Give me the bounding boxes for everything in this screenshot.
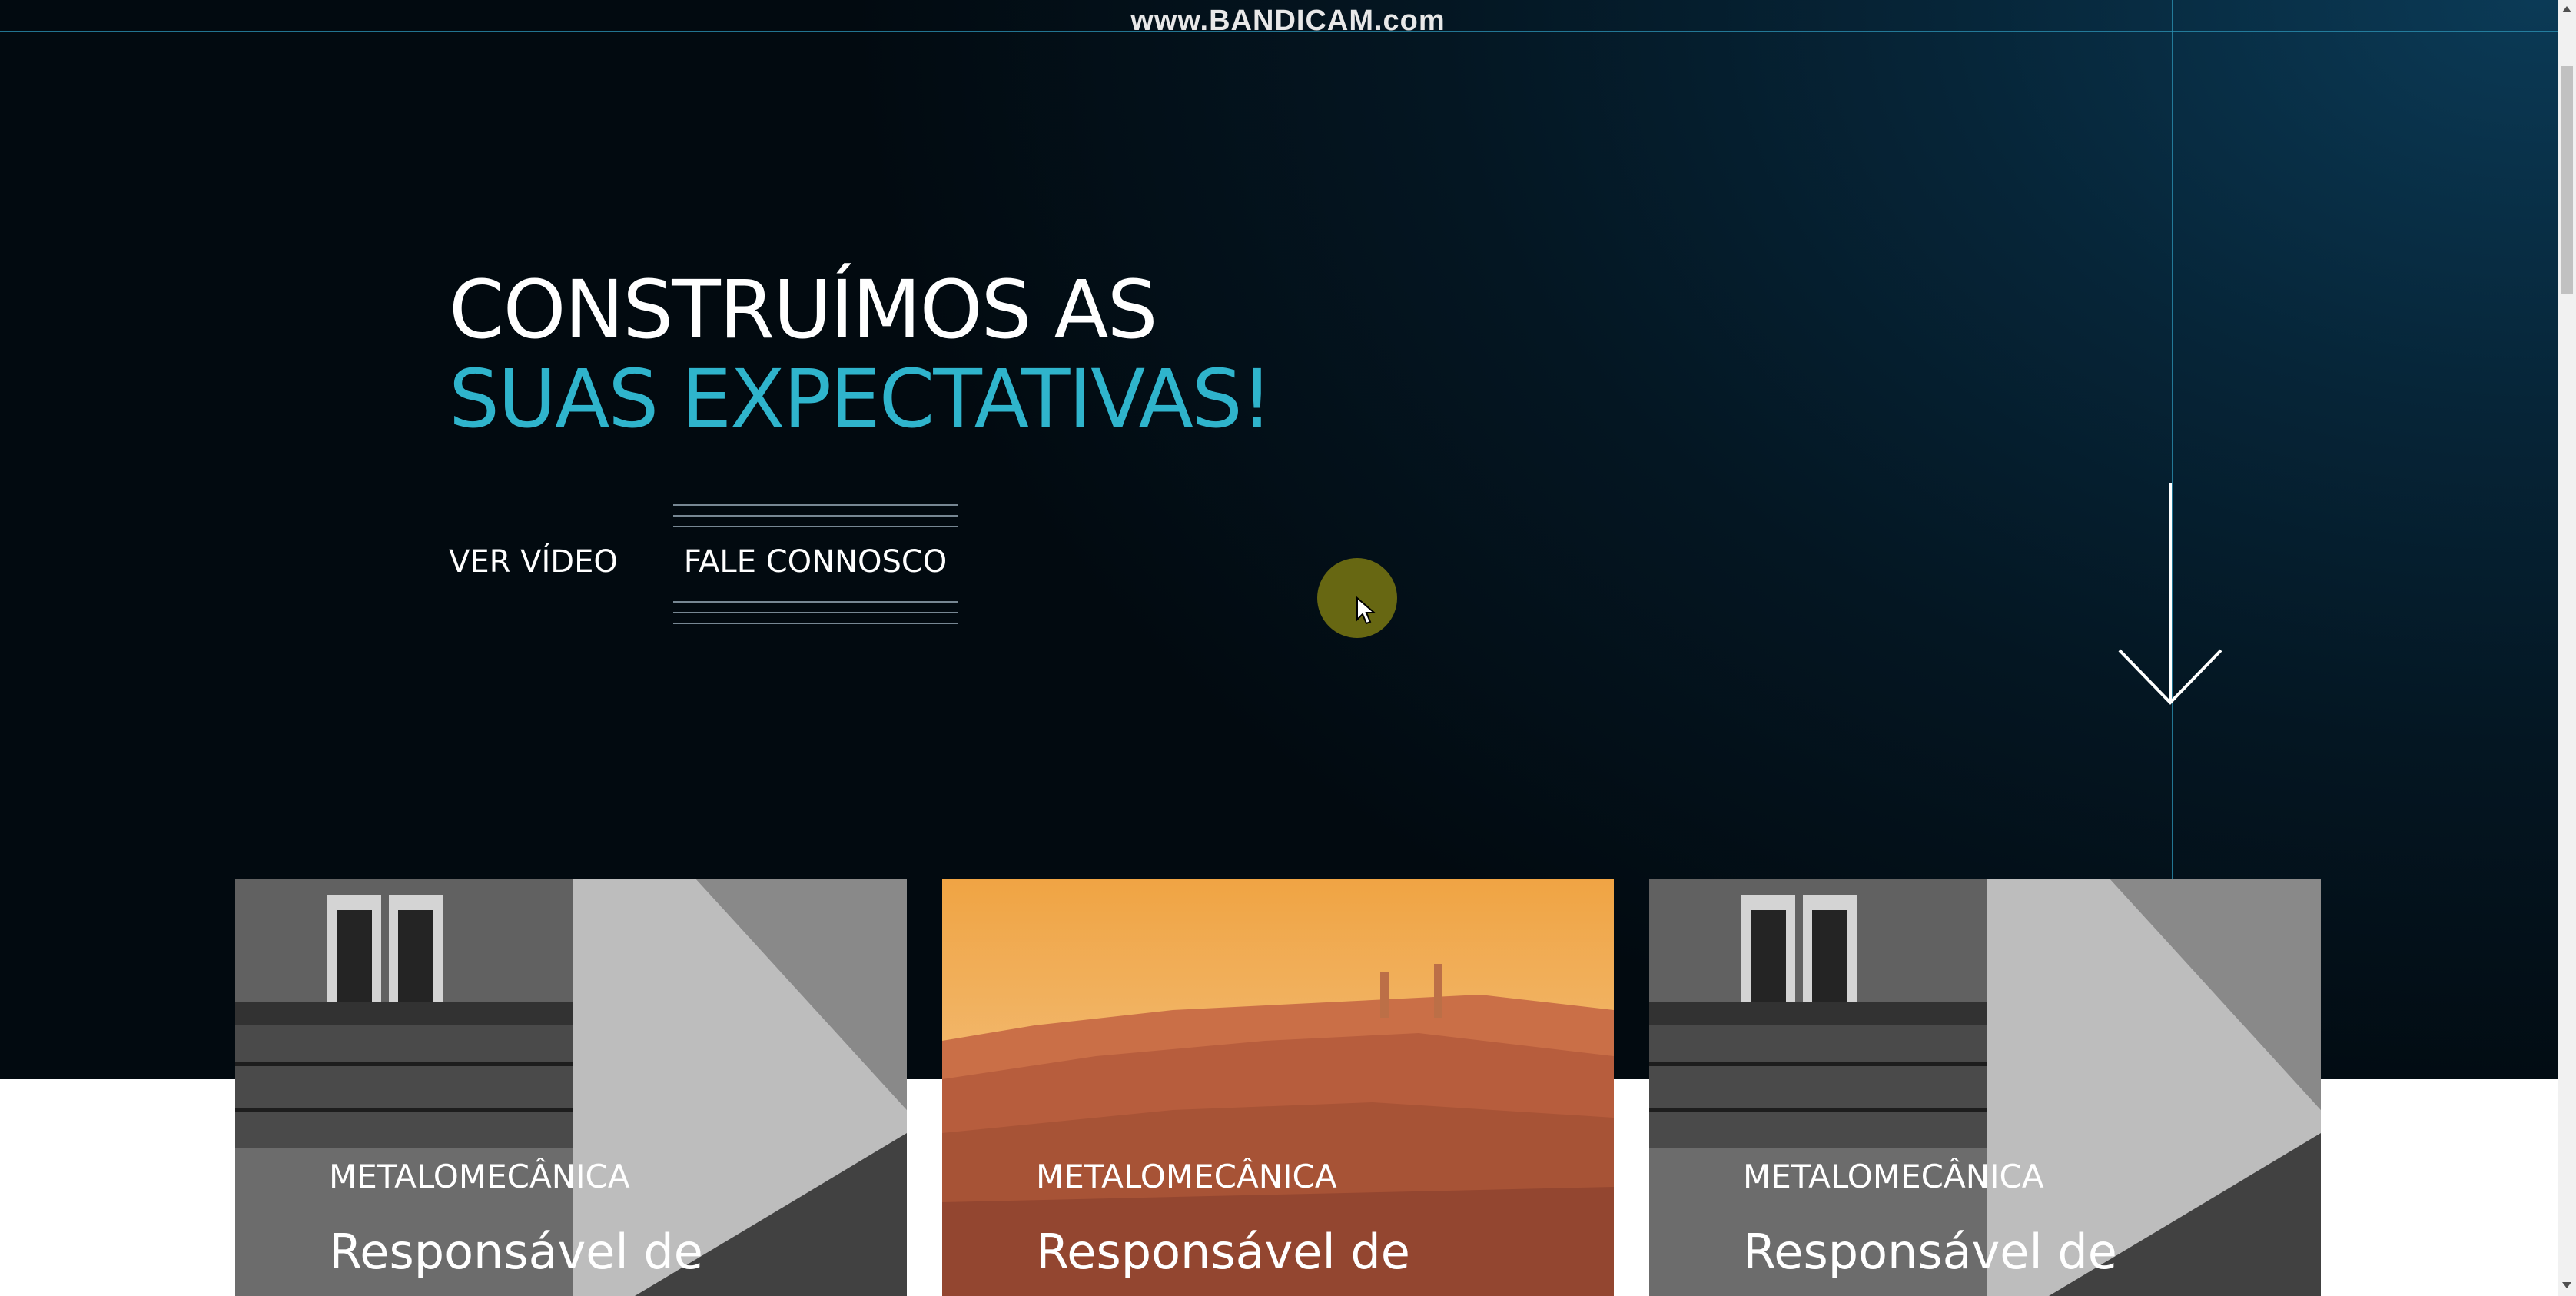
watch-video-button[interactable]: VER VÍDEO <box>449 544 618 580</box>
contact-us-label: FALE CONNOSCO <box>683 544 948 580</box>
button-decor-line <box>673 612 958 613</box>
hero-headline-line1: CONSTRUÍMOS AS <box>449 263 1158 357</box>
web-page: www.BANDICAM.com CONSTRUÍMOS AS SUAS EXP… <box>0 0 2576 1296</box>
scrollbar-thumb[interactable] <box>2561 66 2573 294</box>
arrow-down-icon[interactable] <box>2116 483 2224 706</box>
button-decor-line <box>673 526 958 527</box>
button-decor-line <box>673 601 958 603</box>
card-3[interactable]: METALOMECÂNICA Responsável de <box>1649 879 2321 1296</box>
recording-watermark: www.BANDICAM.com <box>1130 5 1446 37</box>
card-category: METALOMECÂNICA <box>1036 1158 1337 1195</box>
card-2[interactable]: METALOMECÂNICA Responsável de <box>942 879 1614 1296</box>
hero-headline-line2: SUAS EXPECTATIVAS! <box>449 352 1273 446</box>
card-category: METALOMECÂNICA <box>1743 1158 2044 1195</box>
mouse-cursor-icon <box>1356 596 1376 625</box>
button-decor-line <box>673 504 958 506</box>
card-category: METALOMECÂNICA <box>329 1158 630 1195</box>
button-decor-line <box>673 515 958 517</box>
scroll-up-arrow-icon[interactable] <box>2561 3 2573 15</box>
contact-us-button[interactable]: FALE CONNOSCO <box>673 504 958 629</box>
card-title: Responsável de <box>1036 1224 1410 1280</box>
card-1[interactable]: METALOMECÂNICA Responsável de <box>235 879 907 1296</box>
hero-vertical-divider <box>2172 0 2173 880</box>
card-title: Responsável de <box>1743 1224 2117 1280</box>
scroll-down-arrow-icon[interactable] <box>2561 1279 2573 1291</box>
card-title: Responsável de <box>329 1224 703 1280</box>
button-decor-line <box>673 623 958 624</box>
